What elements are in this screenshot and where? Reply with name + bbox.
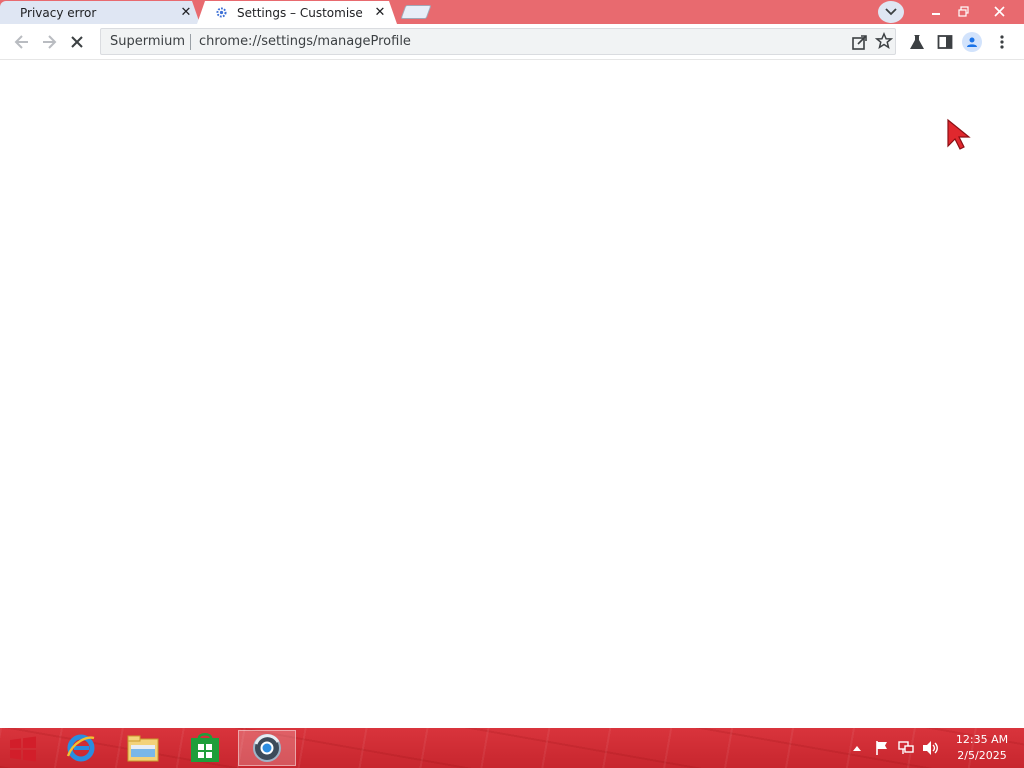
file-explorer-icon[interactable] [116, 730, 170, 766]
minimize-button[interactable] [922, 0, 950, 22]
close-window-button[interactable] [976, 0, 1022, 22]
tab-search-button[interactable] [878, 1, 904, 23]
network-icon[interactable] [896, 728, 916, 768]
supermium-browser-icon[interactable] [238, 730, 296, 766]
menu-kebab-icon[interactable] [992, 32, 1012, 52]
tab-close-icon[interactable]: ✕ [372, 4, 388, 20]
forward-button[interactable] [37, 30, 61, 54]
restore-icon [957, 5, 969, 17]
forward-arrow-icon [43, 35, 57, 49]
tab-title: Settings – Customise pr [237, 5, 363, 20]
back-arrow-icon [14, 35, 28, 49]
site-chip[interactable]: Supermium [110, 34, 185, 49]
taskbar: 12:35 AM 2/5/2025 [0, 728, 1024, 768]
restore-button[interactable] [950, 0, 976, 22]
bookmark-star-icon[interactable] [874, 31, 894, 50]
system-clock[interactable]: 12:35 AM 2/5/2025 [950, 732, 1014, 764]
up-arrow-icon [853, 746, 861, 751]
tab-close-icon[interactable]: ✕ [178, 4, 194, 20]
side-panel-icon[interactable] [935, 32, 955, 52]
labs-flask-icon[interactable] [907, 32, 927, 52]
browser-toolbar: Supermium chrome://settings/manageProfil… [0, 24, 1024, 60]
tab-settings[interactable]: Settings – Customise pr ✕ [197, 1, 397, 24]
stop-x-icon [71, 36, 83, 48]
minimize-icon [932, 13, 940, 15]
close-icon [993, 5, 1005, 17]
profile-button[interactable] [962, 32, 982, 52]
windows-logo-icon [10, 736, 36, 762]
stop-loading-button[interactable] [65, 30, 89, 54]
volume-icon[interactable] [920, 728, 942, 768]
new-tab-button[interactable] [400, 5, 432, 19]
person-icon [967, 37, 977, 47]
omnibox-divider [190, 34, 191, 50]
action-center-flag-icon[interactable] [872, 728, 892, 768]
tab-privacy-error[interactable]: Privacy error ✕ [0, 1, 200, 24]
share-icon[interactable] [851, 33, 869, 51]
tab-title: Privacy error [20, 5, 97, 20]
clock-date: 2/5/2025 [957, 749, 1007, 762]
back-button[interactable] [10, 30, 34, 54]
address-bar[interactable]: Supermium chrome://settings/manageProfil… [100, 28, 896, 55]
url-text[interactable]: chrome://settings/manageProfile [199, 34, 411, 49]
clock-time: 12:35 AM [955, 733, 1009, 746]
settings-gear-icon [215, 6, 228, 22]
internet-explorer-icon[interactable] [54, 730, 108, 766]
page-content [0, 61, 1024, 728]
browser-titlebar: Privacy error ✕ Settings – Customise pr … [0, 0, 1024, 24]
chevron-down-icon [885, 8, 897, 16]
start-button[interactable] [6, 734, 40, 764]
mouse-cursor-icon [946, 118, 972, 150]
store-icon[interactable] [178, 730, 232, 766]
avatar [962, 32, 982, 52]
show-hidden-icons-button[interactable] [850, 728, 864, 768]
